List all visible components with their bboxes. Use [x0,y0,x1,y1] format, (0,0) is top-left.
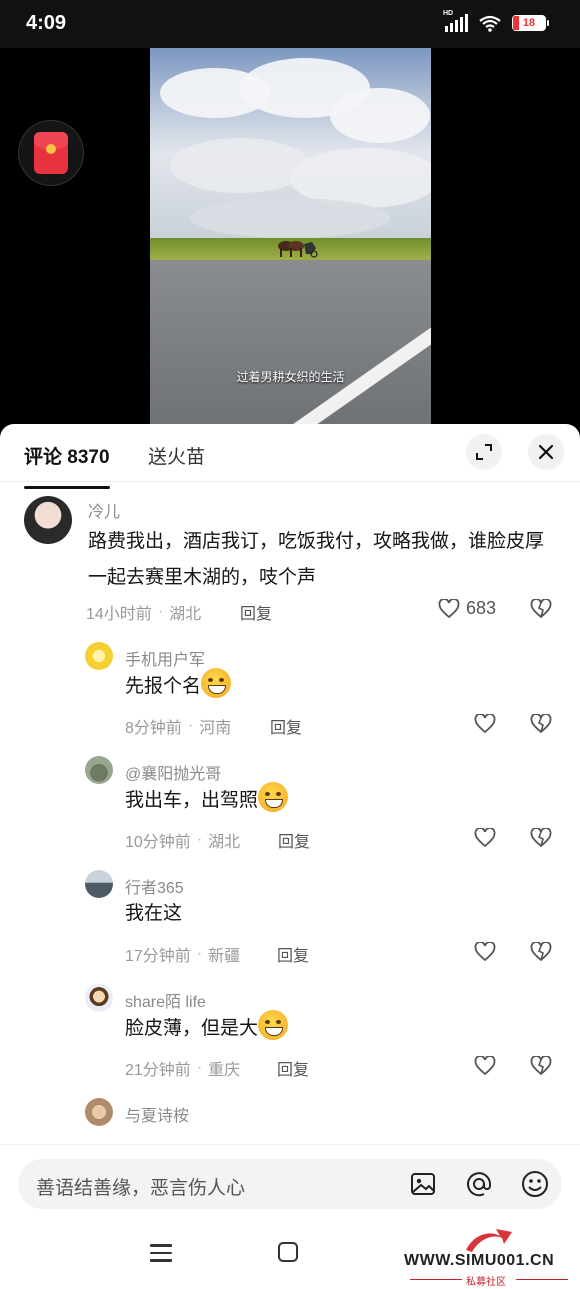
system-nav-bar: WWW.SIMU001.CN 私募社区 [0,1222,580,1289]
laugh-cry-emoji-icon [201,668,232,698]
reply-username[interactable]: 行者365 [125,874,184,898]
reply-username[interactable]: 与夏诗桉 [125,1102,189,1126]
comment-username[interactable]: 冷儿 [88,498,120,522]
heart-outline-icon[interactable] [474,828,496,848]
reply-location: 新疆 [208,948,241,965]
reply-item: 手机用户军 先报个名 8分钟前 · 河南 回复 [0,642,580,752]
menu-icon[interactable] [150,1244,172,1262]
reply-time: 21分钟前 [125,1062,191,1079]
heart-outline-icon[interactable] [474,714,496,734]
comment-location: 湖北 [169,606,202,623]
broken-heart-icon[interactable] [530,714,552,734]
comment-input-placeholder: 善语结善缘，恶言伤人心 [36,1178,246,1199]
horse-carriage-image [278,241,318,258]
reply-location: 重庆 [208,1062,241,1079]
reply-username[interactable]: 手机用户军 [125,646,205,670]
reply-time: 17分钟前 [125,948,191,965]
comment-time: 14小时前 [86,606,152,623]
reply-button[interactable]: 回复 [278,828,310,852]
network-type-label: HD [443,10,454,17]
red-packet-button[interactable] [18,120,84,186]
reply-text: 脸皮薄，但是大 [125,1010,289,1047]
expand-icon [476,444,492,460]
heart-outline-icon[interactable] [474,942,496,962]
battery-icon: 18 [512,15,549,31]
video-sky [150,48,431,240]
watermark-subtitle: 私募社区 [466,1277,506,1288]
smiley-icon[interactable] [520,1169,550,1199]
reply-username[interactable]: share陌 life [125,988,206,1012]
reply-location: 湖北 [208,834,241,851]
battery-level: 18 [522,17,536,29]
reply-time: 8分钟前 [125,720,182,737]
expand-button[interactable] [466,434,502,470]
reply-button[interactable]: 回复 [270,714,302,738]
reply-time: 10分钟前 [125,834,191,851]
avatar[interactable] [85,642,113,670]
comment-input[interactable]: 善语结善缘，恶言伤人心 [18,1159,562,1209]
at-icon[interactable] [464,1169,494,1199]
video-road [150,260,431,438]
reply-item: 与夏诗桉 [0,1098,580,1142]
comment-input-bar: 善语结善缘，恶言伤人心 [0,1144,580,1222]
reply-location: 河南 [199,720,232,737]
reply-button[interactable]: 回复 [240,600,272,624]
reply-meta: 17分钟前 · 新疆 [125,942,240,966]
heart-outline-icon [438,598,460,618]
watermark-text: WWW.SIMU001.CN [404,1252,555,1269]
broken-heart-icon[interactable] [530,828,552,848]
reply-text: 我出车，出驾照 [125,782,289,819]
reply-text: 我在这 [125,903,183,924]
status-bar: 4:09 HD 18 [0,0,580,48]
reply-button[interactable]: 回复 [277,942,309,966]
comment-item: 冷儿 路费我出，酒店我订，吃饭我付，攻略我做，谁脸皮厚一起去赛里木湖的，吱个声 … [0,482,580,632]
video-player[interactable]: 过着男耕女织的生活 [150,48,431,438]
comment-list[interactable]: 冷儿 路费我出，酒店我订，吃饭我付，攻略我做，谁脸皮厚一起去赛里木湖的，吱个声 … [0,482,580,1142]
tab-send-fire[interactable]: 送火苗 [148,442,205,469]
video-area[interactable]: 过着男耕女织的生活 [0,48,580,438]
broken-heart-icon[interactable] [530,599,552,619]
avatar[interactable] [85,984,113,1012]
reply-item: @襄阳抛光哥 我出车，出驾照 10分钟前 · 湖北 回复 [0,756,580,866]
broken-heart-icon[interactable] [530,942,552,962]
comment-meta: 14小时前 · 湖北 [86,600,201,624]
tab-comments[interactable]: 评论 8370 [24,442,110,489]
avatar[interactable] [85,1098,113,1126]
reply-text: 先报个名 [125,668,232,705]
red-packet-icon [34,132,68,174]
watermark-logo-icon [466,1229,512,1252]
like-count: 683 [466,598,497,618]
close-icon [538,444,554,460]
status-icons: HD 18 [443,10,549,32]
like-button[interactable]: 683 [438,598,496,619]
avatar[interactable] [85,870,113,898]
reply-username[interactable]: @襄阳抛光哥 [125,760,221,784]
reply-meta: 10分钟前 · 湖北 [125,828,240,852]
reply-item: share陌 life 脸皮薄，但是大 21分钟前 · 重庆 回复 [0,984,580,1094]
comment-tabs: 评论 8370 送火苗 [0,424,580,489]
avatar[interactable] [85,756,113,784]
status-time: 4:09 [26,12,67,34]
comment-sheet: 评论 8370 送火苗 冷儿 路费我出，酒店我订，吃饭我付，攻略我做，谁脸皮厚一… [0,424,580,1289]
reply-meta: 8分钟前 · 河南 [125,714,231,738]
home-icon[interactable] [278,1242,298,1262]
heart-outline-icon[interactable] [474,1056,496,1076]
wifi-icon [479,15,501,32]
image-icon[interactable] [408,1169,438,1199]
wink-tongue-emoji-icon [258,782,289,812]
video-caption: 过着男耕女织的生活 [236,370,345,384]
close-button[interactable] [528,434,564,470]
cellular-signal-icon: HD [443,10,468,32]
avatar[interactable] [24,496,72,544]
reply-meta: 21分钟前 · 重庆 [125,1056,240,1080]
reply-button[interactable]: 回复 [277,1056,309,1080]
reply-item: 行者365 我在这 17分钟前 · 新疆 回复 [0,870,580,980]
watermark: WWW.SIMU001.CN 私募社区 [404,1229,574,1288]
broken-heart-icon[interactable] [530,1056,552,1076]
comment-text: 路费我出，酒店我订，吃饭我付，攻略我做，谁脸皮厚一起去赛里木湖的，吱个声 [88,531,545,588]
tab-comments-label: 评论 8370 [24,447,110,468]
grin-emoji-icon [258,1010,289,1040]
